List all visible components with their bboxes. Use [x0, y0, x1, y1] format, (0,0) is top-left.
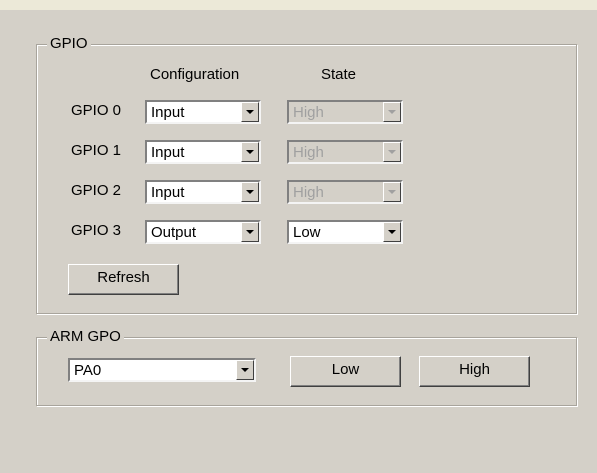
chevron-down-icon[interactable] [241, 142, 259, 162]
chevron-down-icon [383, 102, 401, 122]
gpio-0-state-select: High [287, 100, 403, 124]
gpio-1-state-value: High [293, 144, 324, 161]
gpio-2-label: GPIO 2 [71, 182, 122, 199]
gpio-2-state-value: High [293, 184, 324, 201]
gpio-1-label: GPIO 1 [71, 142, 122, 159]
gpio-0-label: GPIO 0 [71, 102, 122, 119]
arm-gpo-group-title: ARM GPO [47, 328, 124, 346]
window-top-strip [0, 0, 597, 10]
gpio-1-state-select: High [287, 140, 403, 164]
gpio-3-config-select[interactable]: Output [145, 220, 261, 244]
gpio-3-label: GPIO 3 [71, 222, 122, 239]
gpio-group: GPIO Configuration State GPIO 0 Input Hi… [36, 35, 577, 314]
gpio-0-config-select[interactable]: Input [145, 100, 261, 124]
chevron-down-icon[interactable] [241, 222, 259, 242]
high-button[interactable]: High [419, 356, 530, 387]
gpio-0-state-value: High [293, 104, 324, 121]
gpio-2-state-select: High [287, 180, 403, 204]
low-button[interactable]: Low [290, 356, 401, 387]
gpio-3-config-value: Output [151, 224, 197, 241]
chevron-down-icon[interactable] [383, 222, 401, 242]
arm-gpo-group: ARM GPO PA0 Low High [36, 328, 577, 406]
configuration-header: Configuration [150, 66, 240, 83]
gpio-0-config-value: Input [151, 104, 185, 121]
gpio-1-config-select[interactable]: Input [145, 140, 261, 164]
arm-pin-select[interactable]: PA0 [68, 358, 256, 382]
gpio-2-config-value: Input [151, 184, 185, 201]
arm-pin-value: PA0 [74, 362, 102, 379]
chevron-down-icon[interactable] [241, 182, 259, 202]
refresh-button[interactable]: Refresh [68, 264, 179, 295]
gpio-3-state-value: Low [293, 224, 321, 241]
gpio-group-title: GPIO [47, 35, 91, 53]
gpio-2-config-select[interactable]: Input [145, 180, 261, 204]
gpio-1-config-value: Input [151, 144, 185, 161]
state-header: State [321, 66, 357, 83]
chevron-down-icon[interactable] [241, 102, 259, 122]
chevron-down-icon [383, 182, 401, 202]
gpio-3-state-select[interactable]: Low [287, 220, 403, 244]
chevron-down-icon [383, 142, 401, 162]
chevron-down-icon[interactable] [236, 360, 254, 380]
